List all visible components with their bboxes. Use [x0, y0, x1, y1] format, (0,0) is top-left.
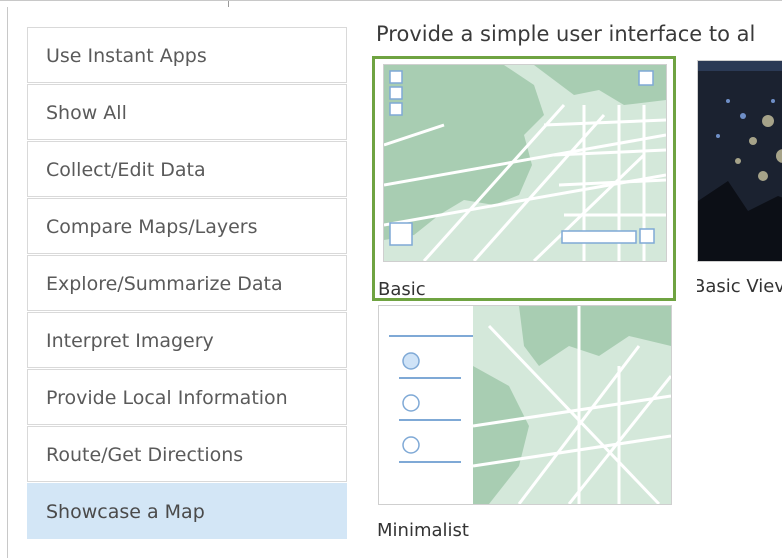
- sidebar-item-explore-summarize-data[interactable]: Explore/Summarize Data: [27, 255, 347, 311]
- minimalist-thumbnail: [378, 305, 672, 505]
- sidebar-item-show-all[interactable]: Show All: [27, 84, 347, 140]
- window-left-border: [7, 7, 8, 558]
- sidebar-item-use-instant-apps[interactable]: Use Instant Apps: [27, 27, 347, 83]
- app-card-minimalist[interactable]: Minimalist: [376, 305, 672, 555]
- sidebar-item-collect-edit-data[interactable]: Collect/Edit Data: [27, 141, 347, 197]
- card-label-minimalist: Minimalist: [377, 520, 469, 541]
- sidebar-item-interpret-imagery[interactable]: Interpret Imagery: [27, 312, 347, 368]
- category-description: Provide a simple user interface to al: [376, 22, 756, 46]
- sidebar-item-provide-local-information[interactable]: Provide Local Information: [27, 369, 347, 425]
- basic-map-illustration: [384, 65, 666, 261]
- sidebar-item-showcase-a-map[interactable]: Showcase a Map: [27, 483, 347, 539]
- dark-map-illustration: [698, 61, 782, 261]
- sidebar-item-compare-maps-layers[interactable]: Compare Maps/Layers: [27, 198, 347, 254]
- basic-thumbnail: [383, 64, 667, 262]
- app-card-basic[interactable]: Basic: [372, 56, 676, 301]
- sidebar-item-route-get-directions[interactable]: Route/Get Directions: [27, 426, 347, 482]
- card-label-basic-viewer: Basic Viev: [697, 276, 782, 297]
- minimalist-map-illustration: [379, 306, 671, 504]
- top-tick-mark: [228, 1, 229, 7]
- card-label-basic: Basic: [378, 279, 426, 300]
- basic-viewer-thumbnail: [697, 60, 782, 262]
- app-card-basic-viewer[interactable]: Basic Viev: [697, 56, 782, 301]
- window-top-border: [0, 0, 782, 8]
